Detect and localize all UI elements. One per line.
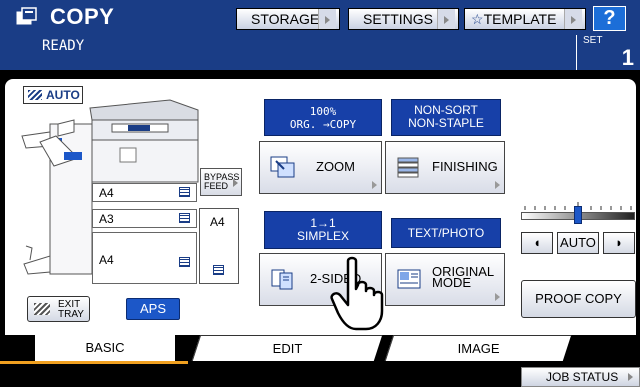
copy-icon — [16, 7, 37, 25]
tray-2-size: A3 — [99, 212, 114, 226]
template-button-label: TEMPLATE — [483, 11, 557, 27]
half-moon-dark-icon: ◗ — [615, 235, 623, 250]
chevron-right-icon — [437, 9, 455, 29]
original-mode-label: ORIGINAL MODE — [432, 265, 494, 289]
aps-button[interactable]: APS — [126, 298, 180, 320]
two-sided-icon — [271, 269, 293, 290]
tab-edit-label: EDIT — [272, 341, 302, 356]
job-status-label: JOB STATUS — [546, 370, 619, 384]
density-darker-button[interactable]: ◗ — [603, 232, 635, 254]
tab-basic-label: BASIC — [85, 340, 125, 355]
paper-icon — [213, 265, 224, 275]
chevron-right-icon — [372, 181, 377, 189]
settings-button-label: SETTINGS — [363, 11, 434, 27]
zoom-button[interactable]: ZOOM — [259, 141, 382, 194]
set-value: 1 — [621, 45, 634, 70]
tray-2[interactable]: A3 — [92, 209, 197, 228]
page-title: COPY — [50, 4, 115, 29]
chevron-right-icon — [495, 293, 500, 301]
density-marker[interactable] — [574, 206, 582, 224]
original-mode-icon — [397, 269, 421, 289]
set-counter: SET 1 — [576, 35, 640, 70]
chevron-right-icon — [233, 179, 238, 187]
zoom-org-copy: ORG. →COPY — [289, 118, 357, 131]
storage-button[interactable]: STORAGE — [236, 8, 340, 30]
finishing-staple: NON-STAPLE — [408, 116, 484, 130]
status-text: READY — [42, 38, 85, 54]
original-mode-button[interactable]: ORIGINAL MODE — [385, 253, 505, 306]
tab-image-label: IMAGE — [457, 341, 500, 356]
proof-copy-button[interactable]: PROOF COPY — [521, 280, 636, 318]
density-lighter-button[interactable]: ◖ — [521, 232, 553, 254]
tray-3[interactable]: A4 — [92, 232, 197, 284]
tab-image[interactable]: IMAGE — [384, 335, 572, 361]
finishing-icon — [397, 157, 419, 178]
original-mode-info: TEXT/PHOTO — [391, 218, 501, 248]
half-moon-light-icon: ◖ — [533, 235, 541, 250]
hand-pointer-icon — [330, 256, 384, 331]
chevron-right-icon — [318, 9, 336, 29]
tray-1[interactable]: A4 — [92, 183, 197, 202]
density-auto-button[interactable]: AUTO — [557, 232, 599, 254]
exit-tray-line2: TRAY — [58, 309, 84, 320]
finishing-button[interactable]: FINISHING — [385, 141, 505, 194]
duplex-type: SIMPLEX — [296, 229, 350, 243]
chevron-right-icon — [495, 181, 500, 189]
zoom-label: ZOOM — [316, 159, 355, 174]
exit-tray-button[interactable]: EXIT TRAY — [27, 296, 90, 322]
template-button[interactable]: ☆TEMPLATE — [464, 8, 586, 30]
paper-icon — [179, 187, 190, 197]
job-status-button[interactable]: JOB STATUS — [521, 367, 640, 387]
zoom-ratio: 100% — [309, 105, 337, 118]
header-bar: COPY READY STORAGE SETTINGS ☆TEMPLATE ? … — [0, 0, 640, 70]
settings-button[interactable]: SETTINGS — [348, 8, 459, 30]
tab-edit[interactable]: EDIT — [191, 335, 383, 361]
set-label: SET — [583, 35, 603, 46]
chevron-right-icon — [564, 9, 582, 29]
chevron-right-icon — [628, 373, 633, 381]
paper-icon — [179, 257, 190, 267]
zoom-info: 100% ORG. →COPY — [264, 99, 382, 136]
tray-1-size: A4 — [99, 186, 114, 200]
active-tab-underline — [0, 361, 188, 364]
bypass-feed-button[interactable]: BYPASS FEED — [200, 168, 242, 196]
duplex-info: 1→1 SIMPLEX — [264, 211, 382, 249]
tray-3-size: A4 — [99, 253, 114, 267]
paper-icon — [179, 213, 190, 223]
tab-basic[interactable]: BASIC — [35, 335, 175, 361]
zoom-icon — [270, 156, 295, 178]
storage-button-label: STORAGE — [251, 11, 320, 27]
exit-tray-icon — [34, 303, 50, 315]
finishing-info: NON-SORT NON-STAPLE — [391, 99, 501, 136]
bypass-tray[interactable]: A4 — [199, 208, 239, 284]
bypass-paper-size: A4 — [210, 215, 225, 229]
finishing-label: FINISHING — [432, 159, 498, 174]
star-icon: ☆ — [471, 11, 484, 27]
help-button[interactable]: ? — [593, 6, 626, 31]
